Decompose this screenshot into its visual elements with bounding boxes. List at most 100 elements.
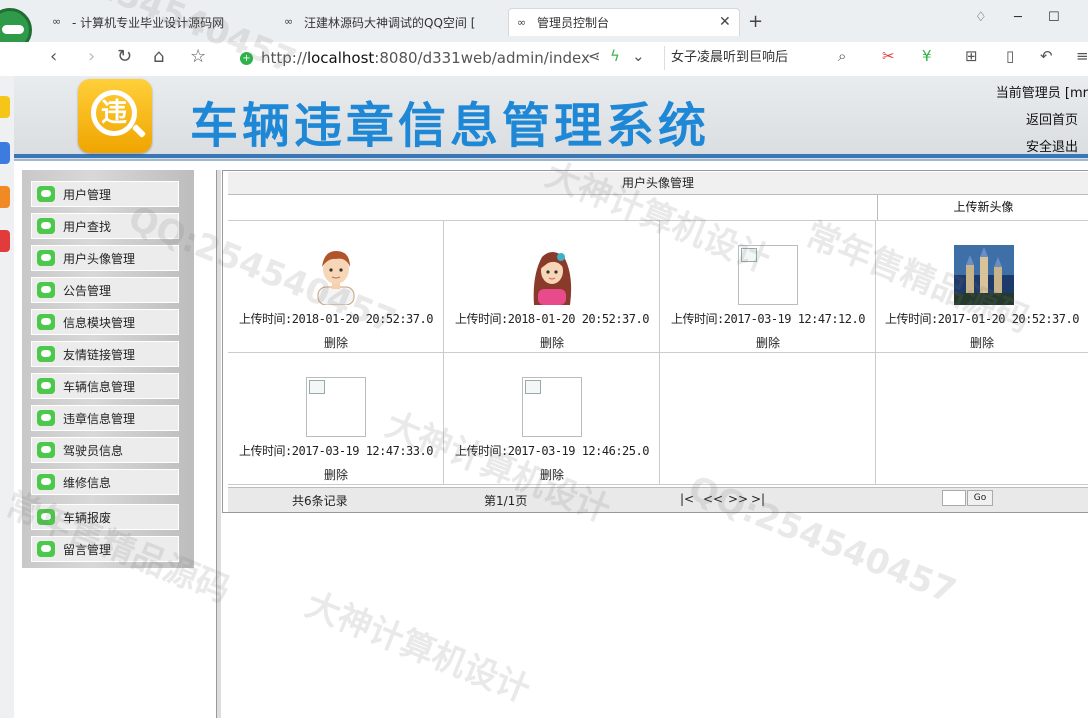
page-number-input[interactable] xyxy=(942,490,966,506)
sidebar-item-label: 信息模块管理 xyxy=(63,315,136,330)
empty-cell xyxy=(660,353,876,485)
secure-icon: + xyxy=(240,51,253,65)
menu-bubble-icon xyxy=(37,474,55,490)
grid-icon[interactable]: ⊞ xyxy=(965,47,978,65)
watermark: 大神计算机设计 xyxy=(299,584,536,711)
sidebar-item-message-manage[interactable]: 留言管理 xyxy=(31,536,179,562)
sidebar-item-vehicle-scrap[interactable]: 车辆报废 xyxy=(31,504,179,530)
first-page-button[interactable]: |< xyxy=(680,492,694,506)
tab-source-site[interactable]: ∞ - 计算机专业毕业设计源码网 xyxy=(52,8,252,36)
delete-link[interactable]: 删除 xyxy=(228,466,444,483)
tab-label: 汪建林源码大神调试的QQ空间 [ xyxy=(304,15,476,30)
shirt-icon[interactable]: ♢ xyxy=(975,10,987,25)
panel-title: 用户头像管理 xyxy=(228,172,1088,194)
broken-image-icon xyxy=(522,377,582,437)
forward-icon[interactable]: › xyxy=(88,46,95,67)
boy-avatar-image xyxy=(317,251,355,305)
sidebar-item-label: 违章信息管理 xyxy=(63,411,136,426)
tab-favicon-icon: ∞ xyxy=(284,15,294,28)
sidebar-item-vehicle-manage[interactable]: 车辆信息管理 xyxy=(31,373,179,399)
avatar-card: 上传时间:2017-03-19 12:47:12.0 删除 xyxy=(660,221,876,353)
tab-qq-space[interactable]: ∞ 汪建林源码大神调试的QQ空间 [ xyxy=(284,8,484,36)
sidebar-item-notice-manage[interactable]: 公告管理 xyxy=(31,277,179,303)
back-home-link[interactable]: 返回首页 xyxy=(1026,109,1078,128)
upload-time: 上传时间:2018-01-20 20:52:37.0 xyxy=(455,312,649,326)
sidebar-item-repair-info[interactable]: 维修信息 xyxy=(31,469,179,495)
tab-favicon-icon: ∞ xyxy=(52,15,62,28)
upload-time: 上传时间:2017-03-19 12:47:33.0 xyxy=(239,444,433,458)
menu-bubble-icon xyxy=(37,442,55,458)
sidebar-item-violation-manage[interactable]: 违章信息管理 xyxy=(31,405,179,431)
delete-link[interactable]: 删除 xyxy=(660,334,876,351)
sidebar-item-label: 用户查找 xyxy=(63,219,112,234)
minimize-icon[interactable]: ─ xyxy=(1014,10,1022,25)
strip-app-icon[interactable] xyxy=(0,230,10,252)
upload-time: 上传时间:2017-01-20 20:52:37.0 xyxy=(885,312,1079,326)
phone-icon[interactable]: ▯ xyxy=(1006,47,1014,65)
strip-star-icon[interactable] xyxy=(0,96,10,118)
delete-link[interactable]: 删除 xyxy=(444,334,660,351)
sidebar-item-user-manage[interactable]: 用户管理 xyxy=(31,181,179,207)
sidebar-item-label: 留言管理 xyxy=(63,542,112,557)
current-admin-label: 当前管理员 [mr xyxy=(995,86,1088,101)
avatar-card: 上传时间:2018-01-20 20:52:37.0 删除 xyxy=(228,221,444,353)
search-icon[interactable]: ⌕ xyxy=(838,47,846,65)
share-icon[interactable]: ⋖ xyxy=(588,47,601,65)
maximize-icon[interactable]: ☐ xyxy=(1048,10,1060,25)
menu-bubble-icon xyxy=(37,314,55,330)
empty-cell xyxy=(876,353,1088,485)
delete-link[interactable]: 删除 xyxy=(228,334,444,351)
sidebar-item-label: 车辆信息管理 xyxy=(63,379,136,394)
tab-admin-console[interactable]: ∞ 管理员控制台 xyxy=(508,8,740,36)
record-count: 共6条记录 xyxy=(292,494,348,508)
sidebar-item-label: 用户头像管理 xyxy=(63,251,136,266)
sidebar-item-driver-info[interactable]: 驾驶员信息 xyxy=(31,437,179,463)
sidebar-item-links-manage[interactable]: 友情链接管理 xyxy=(31,341,179,367)
strip-weibo-icon[interactable] xyxy=(0,186,10,208)
menu-bubble-icon xyxy=(37,186,55,202)
tab-label: 管理员控制台 xyxy=(537,16,610,30)
scissors-icon[interactable]: ✂ xyxy=(882,47,895,65)
frame-divider[interactable] xyxy=(216,170,221,718)
menu-bubble-icon xyxy=(37,378,55,394)
delete-link[interactable]: 删除 xyxy=(444,466,660,483)
sidebar-item-label: 维修信息 xyxy=(63,475,112,490)
back-icon[interactable]: ‹ xyxy=(50,46,57,67)
go-button[interactable]: Go xyxy=(967,490,993,506)
header-divider-light xyxy=(14,159,1088,161)
logout-link[interactable]: 安全退出 xyxy=(1026,136,1078,155)
url-text: http://localhost:8080/d331web/admin/inde… xyxy=(261,49,590,67)
currency-icon[interactable]: ¥ xyxy=(922,47,932,65)
upload-time: 上传时间:2017-03-19 12:46:25.0 xyxy=(455,444,649,458)
new-tab-button[interactable]: + xyxy=(748,11,763,32)
strip-bookmark-icon[interactable] xyxy=(0,142,10,164)
sidebar-item-user-search[interactable]: 用户查找 xyxy=(31,213,179,239)
prev-page-button[interactable]: << xyxy=(703,492,723,506)
sidebar-item-avatar-manage[interactable]: 用户头像管理 xyxy=(31,245,179,271)
menu-icon[interactable]: ≡ xyxy=(1076,47,1088,65)
star-icon[interactable]: ☆ xyxy=(190,46,206,67)
undo-icon[interactable]: ↶ xyxy=(1040,47,1053,65)
avatar-card: 上传时间:2017-01-20 20:52:37.0 删除 xyxy=(876,221,1088,353)
upload-avatar-link[interactable]: 上传新头像 xyxy=(877,195,1088,220)
tab-label: - 计算机专业毕业设计源码网 xyxy=(72,15,225,30)
broken-image-icon xyxy=(306,377,366,437)
close-tab-icon[interactable]: ✕ xyxy=(719,14,731,30)
avatar-card: 上传时间:2017-03-19 12:46:25.0 删除 xyxy=(444,353,660,485)
avatar-card: 上传时间:2017-03-19 12:47:33.0 删除 xyxy=(228,353,444,485)
sidebar-item-label: 友情链接管理 xyxy=(63,347,136,362)
refresh-icon[interactable]: ↻ xyxy=(117,46,132,67)
menu-bubble-icon xyxy=(37,410,55,426)
chevron-down-icon[interactable]: ⌄ xyxy=(632,47,645,65)
home-icon[interactable]: ⌂ xyxy=(153,46,164,67)
last-page-button[interactable]: >| xyxy=(751,492,765,506)
lightning-icon[interactable]: ϟ xyxy=(610,47,620,65)
sidebar-item-module-manage[interactable]: 信息模块管理 xyxy=(31,309,179,335)
next-page-button[interactable]: >> xyxy=(728,492,748,506)
avatar-card: 上传时间:2018-01-20 20:52:37.0 删除 xyxy=(444,221,660,353)
menu-bubble-icon xyxy=(37,346,55,362)
news-ticker[interactable]: 女子凌晨听到巨响后 xyxy=(664,46,861,70)
sidebar-item-label: 驾驶员信息 xyxy=(63,443,124,458)
broken-image-icon xyxy=(738,245,798,305)
delete-link[interactable]: 删除 xyxy=(876,334,1088,351)
